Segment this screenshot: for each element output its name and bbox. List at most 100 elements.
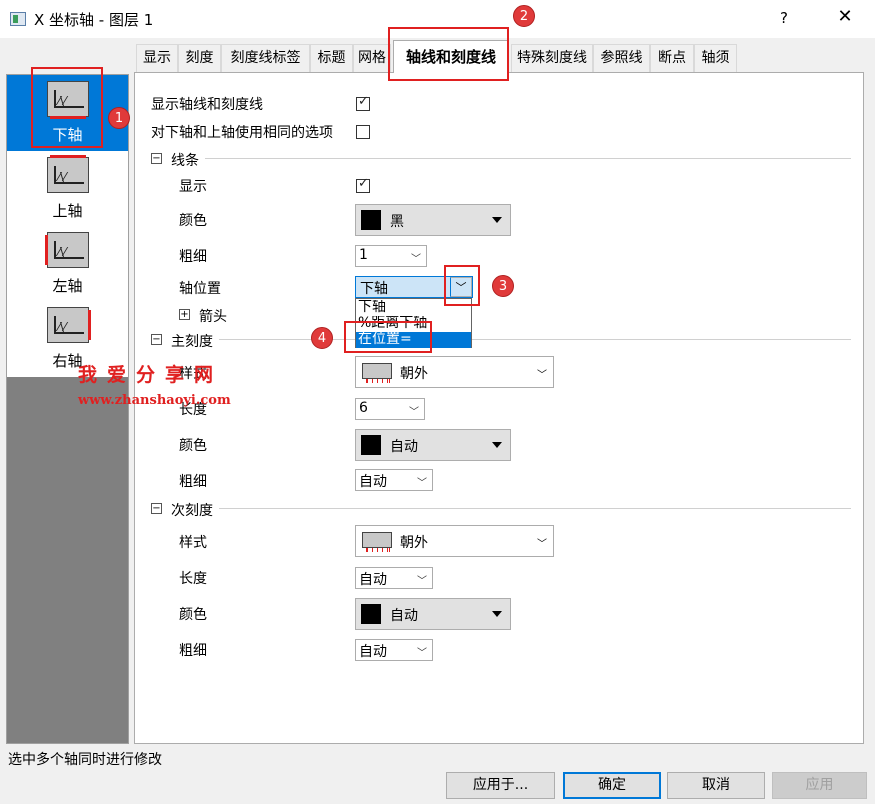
chevron-down-icon: ﹀ — [417, 478, 427, 489]
minor-thickness-value: 自动 — [359, 644, 387, 660]
top-axis-icon: ⁄\⁄ — [47, 155, 89, 193]
window-title: X 坐标轴 - 图层 1 — [34, 11, 154, 29]
sidebar-item-left-axis[interactable]: ⁄\⁄ 左轴 — [7, 226, 128, 302]
collapse-icon[interactable]: − — [151, 334, 162, 345]
minor-length-value: 自动 — [359, 572, 387, 588]
apply-button[interactable]: 应用 — [772, 772, 867, 799]
minor-length-combo[interactable]: 自动 ﹀ — [355, 567, 433, 589]
line-color-dropdown[interactable]: 黑 — [355, 204, 511, 236]
tab-title[interactable]: 标题 — [310, 44, 353, 72]
show-axis-ticks-label: 显示轴线和刻度线 — [151, 97, 263, 113]
color-swatch — [361, 435, 381, 455]
tab-rug[interactable]: 轴须 — [694, 44, 737, 72]
annotation-box-4 — [344, 321, 432, 353]
app-icon — [10, 12, 26, 26]
minor-style-value: 朝外 — [400, 535, 428, 551]
collapse-icon[interactable]: − — [151, 153, 162, 164]
cancel-button[interactable]: 取消 — [667, 772, 765, 799]
tab-breaks[interactable]: 断点 — [650, 44, 694, 72]
left-axis-icon: ⁄\⁄ — [45, 232, 89, 268]
collapse-icon[interactable]: − — [151, 503, 162, 514]
annotation-badge-1: 1 — [108, 107, 130, 129]
status-text: 选中多个轴同时进行修改 — [8, 752, 162, 768]
tick-style-icon — [362, 532, 392, 552]
color-swatch — [361, 210, 381, 230]
minor-thickness-combo[interactable]: 自动 ﹀ — [355, 639, 433, 661]
watermark-url: www.zhanshaoyi.com — [78, 393, 231, 408]
tick-style-icon — [362, 363, 392, 383]
annotation-box-1 — [31, 67, 103, 148]
annotation-badge-4: 4 — [311, 327, 333, 349]
line-show-label: 显示 — [179, 179, 207, 195]
line-thickness-label: 粗细 — [179, 249, 207, 265]
sidebar-item-label: 左轴 — [52, 277, 83, 295]
major-color-value: 自动 — [390, 439, 418, 455]
annotation-box-2 — [388, 27, 509, 81]
minor-thickness-label: 粗细 — [179, 643, 207, 659]
tab-grid[interactable]: 网格 — [353, 44, 391, 72]
minor-color-label: 颜色 — [179, 607, 207, 623]
apply-to-button[interactable]: 应用于... — [446, 772, 555, 799]
major-color-dropdown[interactable]: 自动 — [355, 429, 511, 461]
close-icon[interactable]: ✕ — [830, 6, 860, 27]
arrow-section-header[interactable]: + 箭头 — [179, 307, 349, 325]
tab-tick-labels[interactable]: 刻度线标签 — [221, 44, 310, 72]
minor-style-label: 样式 — [179, 535, 207, 551]
dropdown-arrow-icon — [492, 217, 502, 223]
same-options-checkbox[interactable] — [356, 125, 370, 139]
tab-reference-lines[interactable]: 参照线 — [593, 44, 650, 72]
line-section-header[interactable]: − 线条 — [151, 151, 851, 169]
ok-button[interactable]: 确定 — [563, 772, 661, 799]
line-color-value: 黑 — [390, 214, 404, 230]
color-swatch — [361, 604, 381, 624]
sidebar-item-label: 上轴 — [52, 202, 83, 220]
chevron-down-icon: ﹀ — [537, 539, 547, 550]
major-ticks-section-header[interactable]: − 主刻度 — [151, 332, 851, 350]
watermark-text: 我爱分享网 — [78, 364, 224, 386]
major-length-value: 6 — [359, 400, 368, 416]
tab-display[interactable]: 显示 — [136, 44, 178, 72]
axis-position-value: 下轴 — [360, 281, 388, 297]
line-thickness-value: 1 — [359, 247, 368, 263]
axis-sidebar: ⁄\⁄ 下轴 ⁄\⁄ 上轴 ⁄\⁄ 左轴 ⁄\⁄ 右轴 — [6, 74, 129, 744]
line-show-checkbox[interactable] — [356, 176, 370, 193]
chevron-down-icon: ﹀ — [417, 648, 427, 659]
major-thickness-value: 自动 — [359, 474, 387, 490]
expand-icon[interactable]: + — [179, 309, 190, 320]
major-ticks-title: 主刻度 — [171, 334, 213, 350]
same-options-label: 对下轴和上轴使用相同的选项 — [151, 125, 333, 141]
minor-length-label: 长度 — [179, 571, 207, 587]
major-thickness-combo[interactable]: 自动 ﹀ — [355, 469, 433, 491]
line-color-label: 颜色 — [179, 213, 207, 229]
chevron-down-icon: ﹀ — [411, 254, 421, 265]
minor-ticks-title: 次刻度 — [171, 503, 213, 519]
chevron-down-icon: ﹀ — [409, 407, 419, 418]
annotation-badge-2: 2 — [513, 5, 535, 27]
line-thickness-combo[interactable]: 1 ﹀ — [355, 245, 427, 267]
line-section-title: 线条 — [171, 153, 199, 169]
help-button[interactable]: ? — [780, 9, 788, 27]
dropdown-arrow-icon — [492, 611, 502, 617]
tab-panel-line-and-ticks: 显示轴线和刻度线 对下轴和上轴使用相同的选项 − 线条 显示 颜色 黑 粗细 1… — [134, 72, 864, 744]
tab-special-ticks[interactable]: 特殊刻度线 — [511, 44, 593, 72]
minor-color-value: 自动 — [390, 608, 418, 624]
minor-color-dropdown[interactable]: 自动 — [355, 598, 511, 630]
minor-ticks-section-header[interactable]: − 次刻度 — [151, 501, 851, 519]
annotation-box-3 — [444, 265, 480, 306]
minor-style-dropdown[interactable]: 朝外 ﹀ — [355, 525, 554, 557]
show-axis-ticks-checkbox[interactable] — [356, 94, 370, 111]
major-thickness-label: 粗细 — [179, 474, 207, 490]
right-axis-icon: ⁄\⁄ — [47, 307, 91, 343]
major-color-label: 颜色 — [179, 438, 207, 454]
arrow-section-title: 箭头 — [199, 309, 227, 325]
sidebar-item-top-axis[interactable]: ⁄\⁄ 上轴 — [7, 151, 128, 227]
dropdown-arrow-icon — [492, 442, 502, 448]
annotation-badge-3: 3 — [492, 275, 514, 297]
chevron-down-icon: ﹀ — [417, 576, 427, 587]
axis-position-label: 轴位置 — [179, 281, 221, 297]
tab-scale[interactable]: 刻度 — [178, 44, 221, 72]
major-style-value: 朝外 — [400, 366, 428, 382]
major-length-combo[interactable]: 6 ﹀ — [355, 398, 425, 420]
major-style-dropdown[interactable]: 朝外 ﹀ — [355, 356, 554, 388]
chevron-down-icon: ﹀ — [537, 370, 547, 381]
